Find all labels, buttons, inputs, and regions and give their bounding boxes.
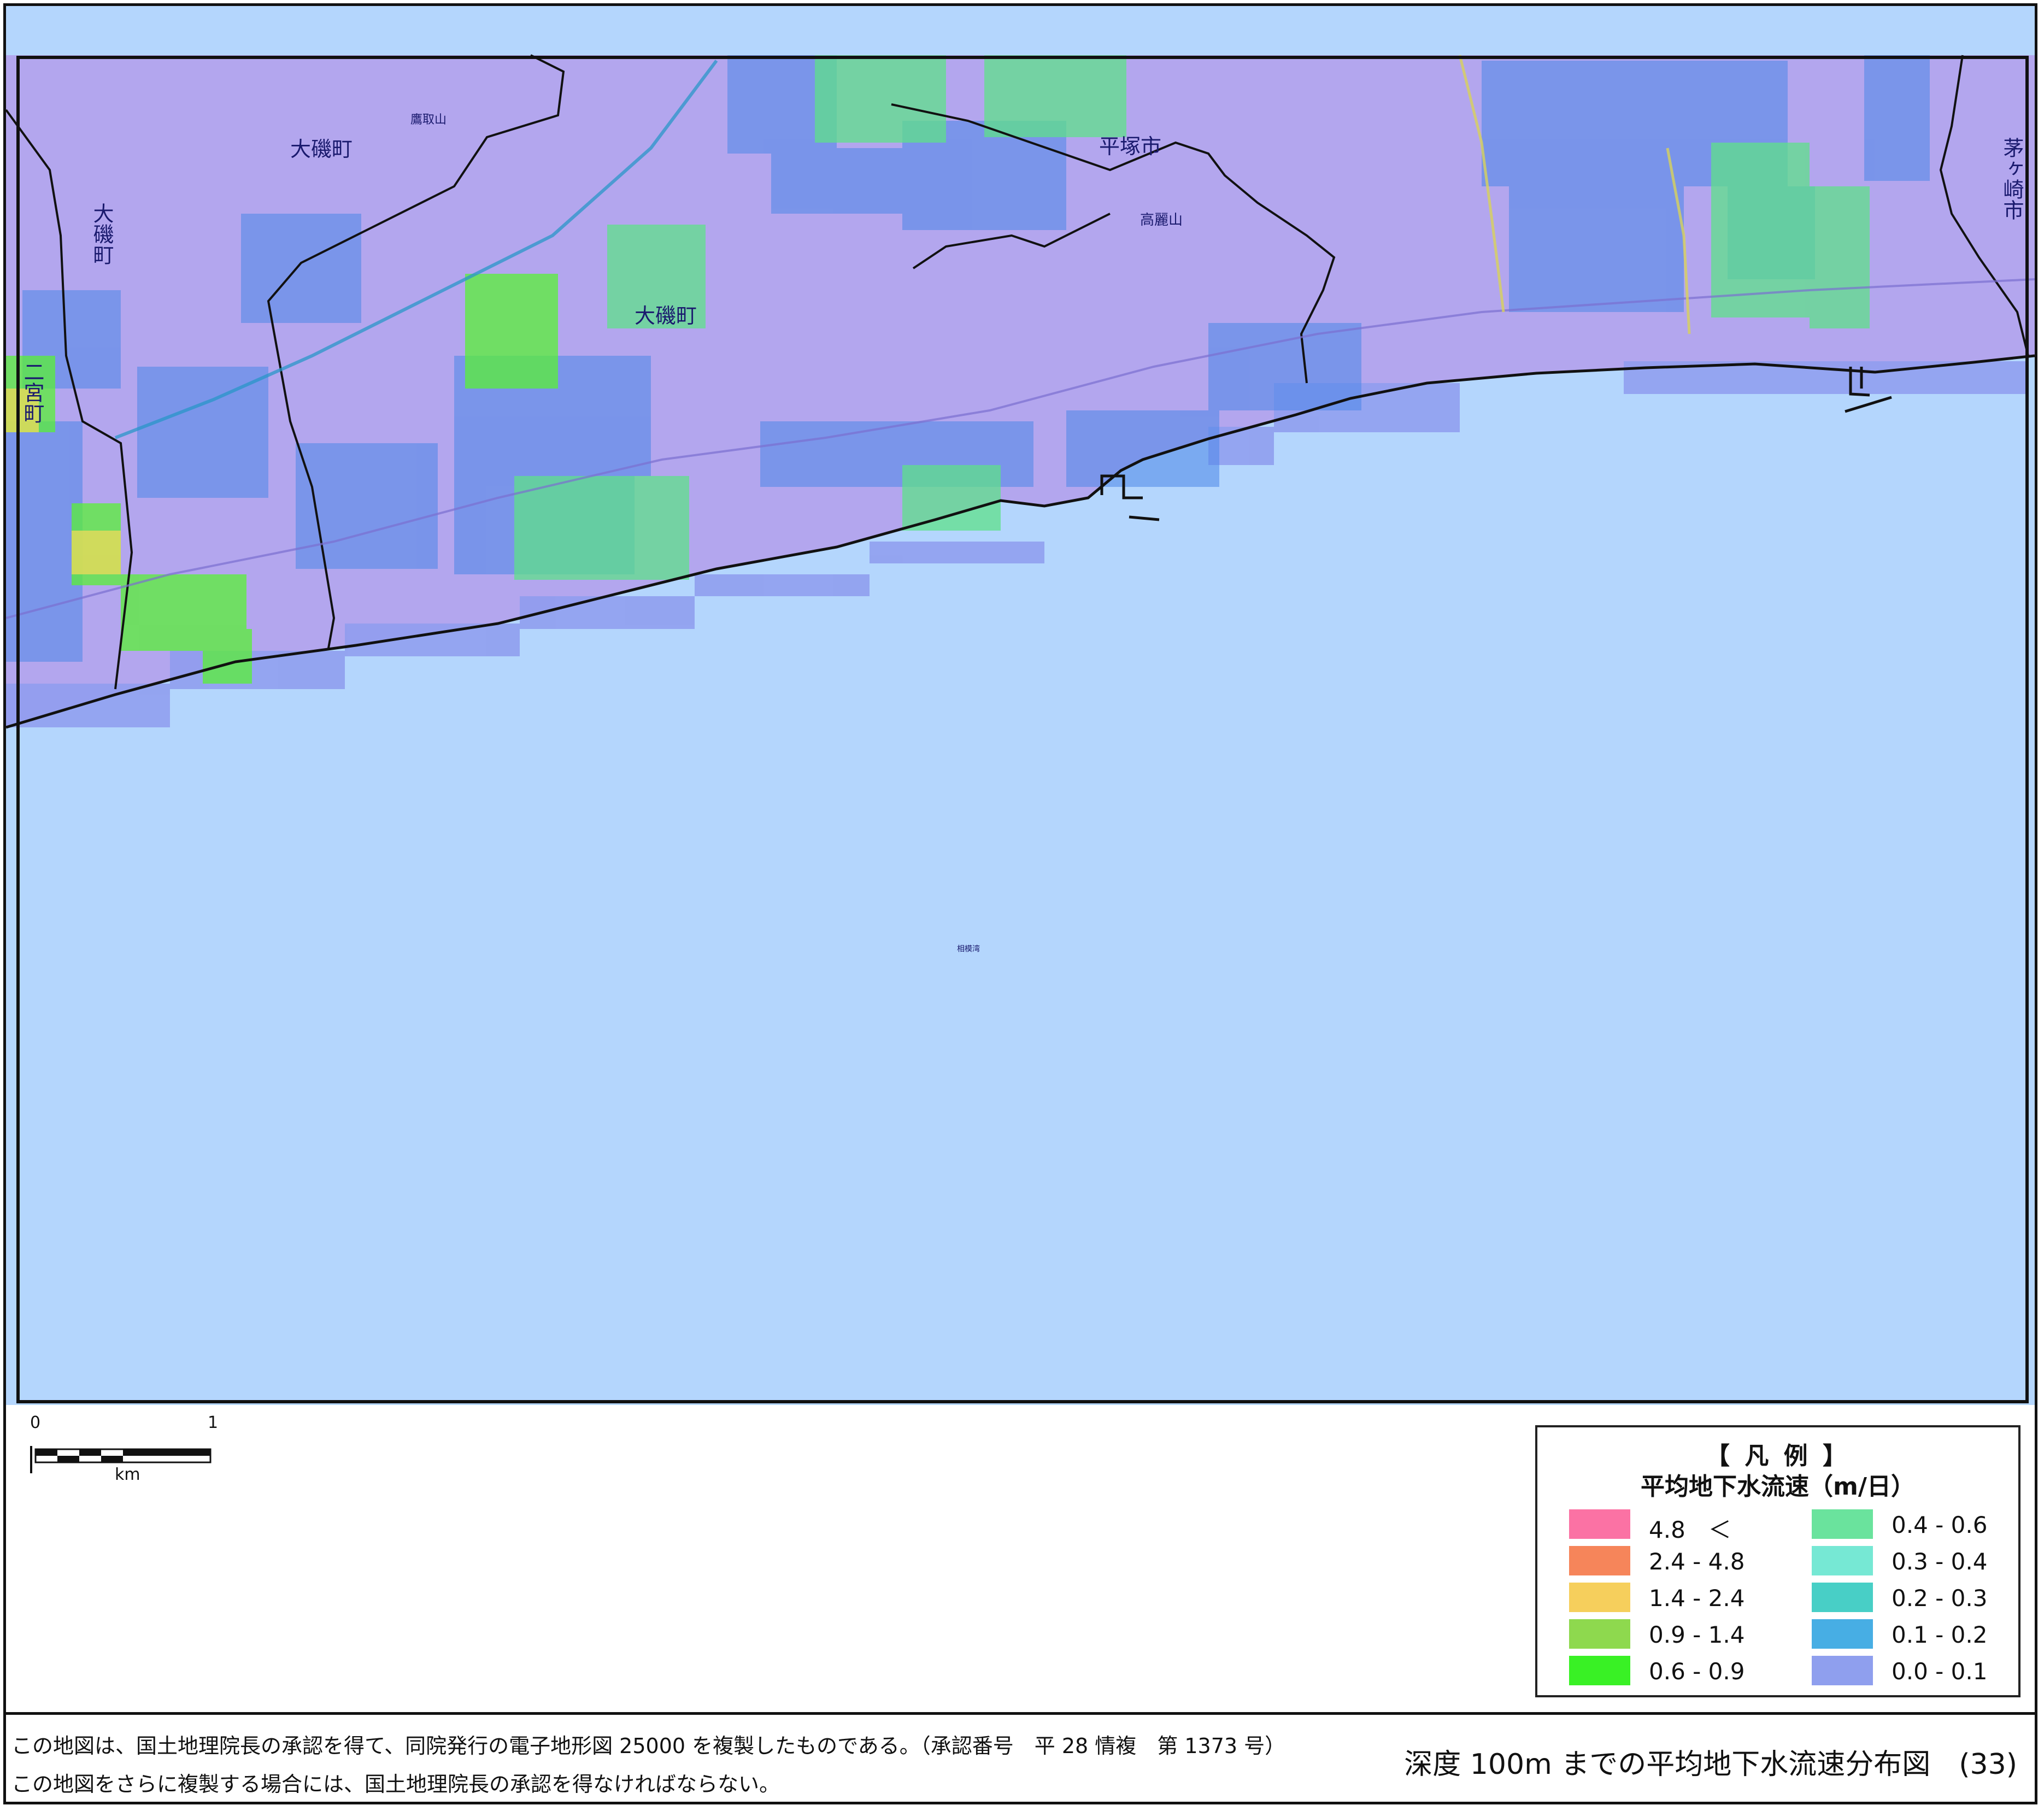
legend: 【 凡 例 】 平均地下水流速（m/日） 4.8 ＜ 2.4 - 4.8 1.4 -… [1535,1425,2020,1697]
legend-label: 0.4 - 0.6 [1892,1512,1988,1538]
scale-unit-label: km [115,1465,140,1484]
legend-label: 0.2 - 0.3 [1892,1585,1988,1612]
legend-label: 1.4 - 2.4 [1649,1585,1745,1612]
legend-swatch [1569,1546,1630,1575]
legend-label: 2.4 - 4.8 [1649,1548,1745,1575]
legend-title: 【 凡 例 】 [1706,1442,1850,1470]
place-label-chigasaki: 茅ヶ崎市 [2000,137,2024,220]
place-label-oiso: 大磯町 [290,137,353,161]
legend-swatch [1812,1656,1873,1685]
groundwater-velocity-map: 大磯町 大磯町 平塚市 鷹取山 高麗山 相模湾 大磯町 茅ヶ崎市 二宮町 [6,6,2035,1405]
legend-label: 0.6 - 0.9 [1649,1658,1745,1685]
map-title: 深度 100m までの平均地下水流速分布図 (33) [1404,1748,2017,1781]
legend-swatch [1812,1619,1873,1649]
footer: この地図は、国土地理院長の承認を得て、同院発行の電子地形図 25000 を複製し… [6,1712,2035,1807]
legend-label: 0.1 - 0.2 [1892,1621,1988,1648]
place-label-sagami-bay: 相模湾 [957,944,980,954]
legend-label: 0.3 - 0.4 [1892,1548,1988,1575]
legend-label: 0.9 - 1.4 [1649,1621,1745,1648]
legend-swatch [1569,1619,1630,1649]
legend-swatch [1812,1509,1873,1539]
copyright-line-1: この地図は、国土地理院長の承認を得て、同院発行の電子地形図 25000 を複製し… [11,1734,1286,1758]
place-label-oiso-vertical: 大磯町 [90,203,114,265]
legend-subtitle: 平均地下水流速（m/日） [1641,1473,1915,1501]
copyright-line-2: この地図をさらに複製する場合には、国土地理院長の承認を得なければならない。 [11,1772,780,1796]
legend-swatch [1812,1583,1873,1612]
legend-swatch [1812,1546,1873,1575]
place-label-oiso: 大磯町 [635,304,697,328]
legend-label: 0.0 - 0.1 [1892,1658,1988,1685]
map-sheet: 大磯町 大磯町 平塚市 鷹取山 高麗山 相模湾 大磯町 茅ヶ崎市 二宮町 0 1… [3,3,2037,1804]
place-label-koraisan: 高麗山 [1140,212,1183,228]
place-label-hiratsuka: 平塚市 [1099,134,1161,158]
legend-swatch [1569,1583,1630,1612]
scale-bar: 0 1 km [30,1413,238,1490]
legend-swatch [1569,1509,1630,1539]
place-label-takatoriyama: 鷹取山 [410,113,447,127]
place-label-ninomiya: 二宮町 [20,361,44,424]
legend-swatch [1569,1656,1630,1685]
legend-label: 4.8 ＜ [1649,1516,1731,1543]
